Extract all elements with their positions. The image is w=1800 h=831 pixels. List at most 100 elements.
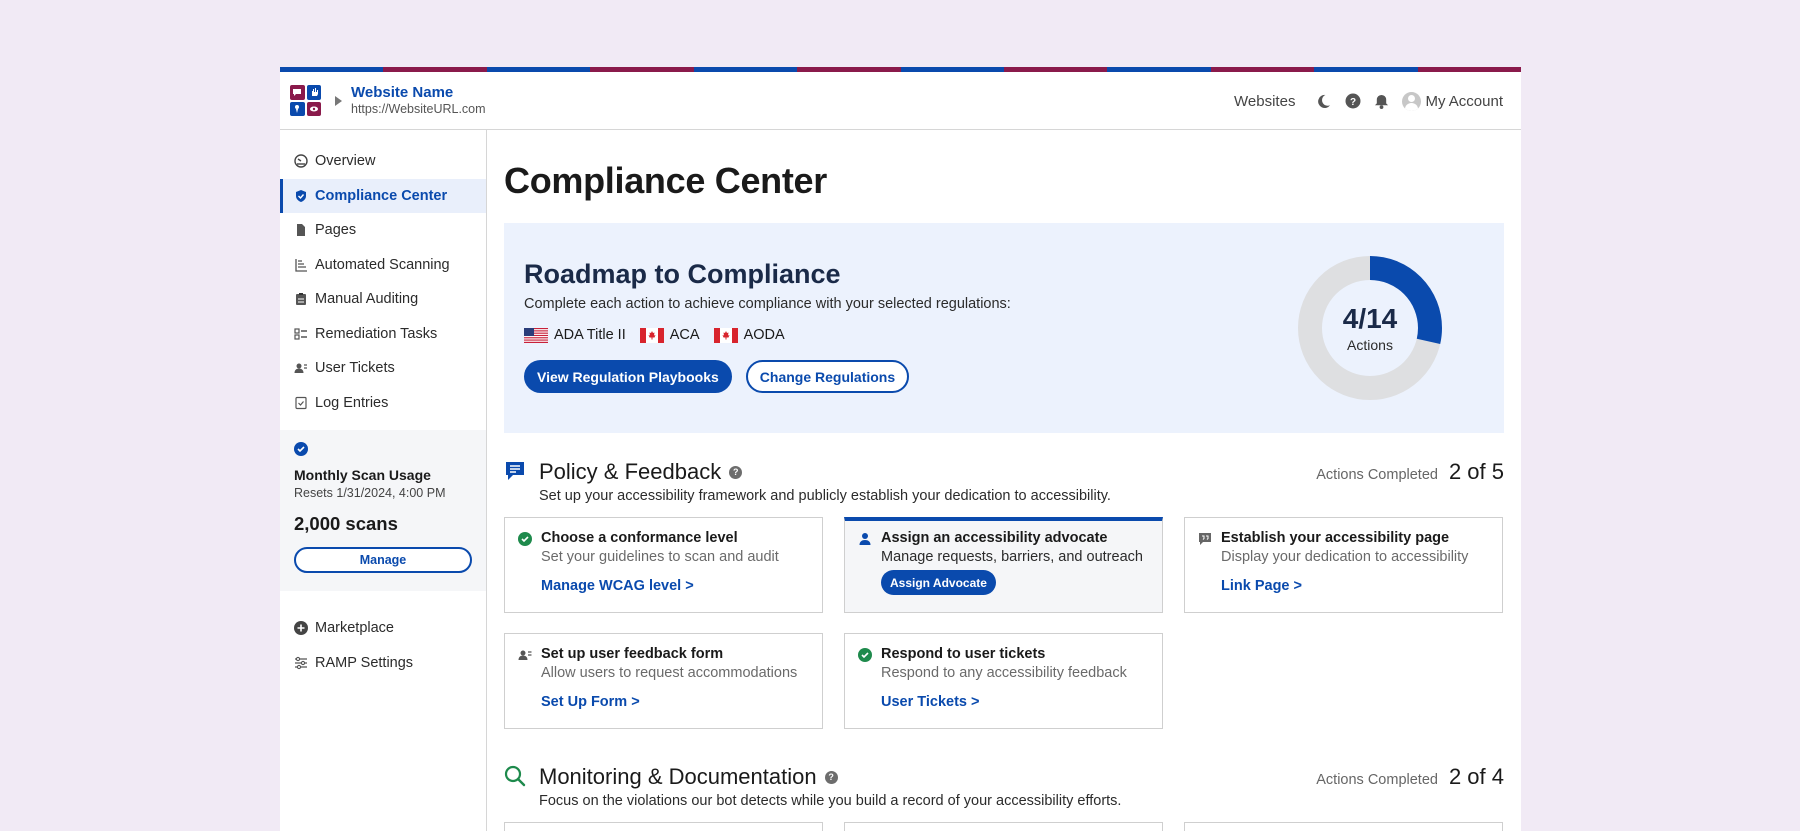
regulation-ada: ADA Title II bbox=[524, 327, 626, 343]
document-icon bbox=[294, 223, 308, 237]
regulation-label: AODA bbox=[743, 327, 785, 343]
sidebar-item-manual-auditing[interactable]: Manual Auditing bbox=[280, 282, 486, 317]
section-desc: Focus on the violations our bot detects … bbox=[539, 793, 1122, 809]
view-regulation-playbooks-button[interactable]: View Regulation Playbooks bbox=[524, 360, 732, 393]
action-cards-peek bbox=[504, 822, 1504, 831]
sidebar-item-label: Remediation Tasks bbox=[315, 325, 438, 342]
regulation-label: ACA bbox=[669, 327, 700, 343]
set-up-form-link[interactable]: Set Up Form > bbox=[541, 694, 640, 710]
action-card[interactable]: Choose a conformance level Set your guid… bbox=[504, 517, 823, 613]
action-card[interactable]: Respond to user tickets Respond to any a… bbox=[844, 633, 1163, 729]
action-card[interactable] bbox=[504, 822, 823, 831]
help-icon[interactable]: ? bbox=[729, 465, 743, 479]
section-title: Policy & Feedback bbox=[539, 459, 722, 484]
app-logo[interactable] bbox=[290, 85, 321, 116]
action-card[interactable] bbox=[844, 822, 1163, 831]
sidebar-nav-secondary: Marketplace RAMP Settings bbox=[280, 591, 486, 680]
completed-label: Actions Completed bbox=[1316, 772, 1438, 788]
user-icon bbox=[859, 533, 871, 545]
quote-icon bbox=[1199, 533, 1211, 545]
manage-button[interactable]: Manage bbox=[294, 547, 472, 573]
sidebar-item-label: Compliance Center bbox=[315, 187, 448, 204]
shield-icon bbox=[294, 189, 308, 203]
clipboard-icon bbox=[294, 292, 308, 306]
progress-label: Actions bbox=[1347, 337, 1393, 353]
user-tickets-link[interactable]: User Tickets > bbox=[881, 694, 979, 710]
chat-icon bbox=[506, 462, 524, 480]
canada-flag-icon bbox=[713, 327, 738, 343]
top-header: Website Name https://WebsiteURL.com Webs… bbox=[280, 72, 1521, 130]
check-circle-icon bbox=[518, 532, 532, 546]
moon-icon[interactable] bbox=[1315, 93, 1332, 110]
site-url: https://WebsiteURL.com bbox=[351, 102, 486, 116]
scan-usage-panel: Monthly Scan Usage Resets 1/31/2024, 4:0… bbox=[280, 430, 486, 591]
user-form-icon bbox=[518, 650, 532, 660]
card-title: Establish your accessibility page bbox=[1221, 530, 1450, 546]
actions-completed: Actions Completed 2 of 4 bbox=[1316, 764, 1504, 790]
main-content: Compliance Center Roadmap to Compliance … bbox=[504, 130, 1504, 831]
search-icon bbox=[504, 765, 526, 787]
help-icon[interactable]: ? bbox=[1344, 93, 1361, 110]
site-info[interactable]: Website Name https://WebsiteURL.com bbox=[351, 84, 486, 117]
log-icon bbox=[294, 396, 308, 410]
card-desc: Display your dedication to accessibility bbox=[1221, 549, 1469, 565]
sidebar-item-label: Log Entries bbox=[315, 394, 389, 411]
sidebar-item-remediation-tasks[interactable]: Remediation Tasks bbox=[280, 317, 486, 352]
sidebar-item-user-tickets[interactable]: User Tickets bbox=[280, 351, 486, 386]
action-card[interactable]: Establish your accessibility page Displa… bbox=[1184, 517, 1503, 613]
action-card[interactable] bbox=[1184, 822, 1503, 831]
sidebar-item-log-entries[interactable]: Log Entries bbox=[280, 386, 486, 421]
completed-label: Actions Completed bbox=[1316, 467, 1438, 483]
completed-value: 2 of 5 bbox=[1448, 459, 1504, 484]
sidebar-item-automated-scanning[interactable]: Automated Scanning bbox=[280, 248, 486, 283]
sidebar-item-pages[interactable]: Pages bbox=[280, 213, 486, 248]
check-circle-icon bbox=[294, 442, 308, 456]
canada-flag-icon bbox=[639, 327, 664, 343]
sidebar-item-label: Marketplace bbox=[315, 620, 394, 637]
checklist-icon bbox=[294, 327, 308, 341]
roadmap-panel: Roadmap to Compliance Complete each acti… bbox=[504, 223, 1504, 433]
site-name[interactable]: Website Name bbox=[351, 84, 486, 102]
site-switch-caret[interactable] bbox=[335, 95, 342, 106]
account-menu[interactable]: My Account bbox=[1402, 91, 1503, 111]
sidebar-item-overview[interactable]: Overview bbox=[280, 144, 486, 179]
svg-text:?: ? bbox=[1350, 97, 1356, 108]
help-icon[interactable]: ? bbox=[824, 770, 838, 784]
plus-circle-icon bbox=[294, 621, 308, 636]
usage-title: Monthly Scan Usage bbox=[294, 467, 431, 483]
section-desc: Set up your accessibility framework and … bbox=[539, 488, 1111, 504]
action-cards: Choose a conformance level Set your guid… bbox=[504, 517, 1504, 729]
gauge-icon bbox=[294, 154, 308, 168]
user-ticket-icon bbox=[294, 361, 308, 375]
usage-reset: Resets 1/31/2024, 4:00 PM bbox=[294, 486, 446, 500]
regulation-aoda: AODA bbox=[713, 327, 785, 343]
bell-icon[interactable] bbox=[1373, 93, 1390, 110]
app-window: Website Name https://WebsiteURL.com Webs… bbox=[280, 67, 1521, 831]
sidebar-item-marketplace[interactable]: Marketplace bbox=[280, 611, 486, 646]
sidebar-item-label: Pages bbox=[315, 222, 357, 239]
sidebar-item-label: User Tickets bbox=[315, 360, 395, 377]
action-card[interactable]: Set up user feedback form Allow users to… bbox=[504, 633, 823, 729]
sidebar: Overview Compliance Center Pages Automat… bbox=[280, 130, 487, 831]
change-regulations-button[interactable]: Change Regulations bbox=[745, 360, 910, 393]
card-desc: Manage requests, barriers, and outreach bbox=[881, 549, 1143, 565]
card-title: Respond to user tickets bbox=[881, 646, 1046, 662]
actions-completed: Actions Completed 2 of 5 bbox=[1316, 459, 1504, 485]
link-page-link[interactable]: Link Page > bbox=[1221, 578, 1302, 594]
sidebar-item-label: Overview bbox=[315, 153, 376, 170]
assign-advocate-button[interactable]: Assign Advocate bbox=[881, 570, 996, 595]
account-label: My Account bbox=[1425, 92, 1503, 110]
action-card[interactable]: Assign an accessibility advocate Manage … bbox=[844, 517, 1163, 613]
check-circle-icon bbox=[858, 648, 872, 662]
progress-value: 4/14 bbox=[1342, 303, 1398, 334]
page-title: Compliance Center bbox=[504, 160, 827, 201]
avatar bbox=[1402, 91, 1422, 111]
manage-wcag-link[interactable]: Manage WCAG level > bbox=[541, 578, 694, 594]
sidebar-item-compliance-center[interactable]: Compliance Center bbox=[280, 178, 486, 213]
websites-link[interactable]: Websites bbox=[1234, 93, 1295, 110]
sidebar-item-label: Manual Auditing bbox=[315, 291, 419, 308]
card-title: Assign an accessibility advocate bbox=[881, 530, 1108, 546]
card-title: Set up user feedback form bbox=[541, 646, 724, 662]
sidebar-item-ramp-settings[interactable]: RAMP Settings bbox=[280, 646, 486, 681]
progress-readout: 4/14 Actions bbox=[1298, 256, 1442, 400]
